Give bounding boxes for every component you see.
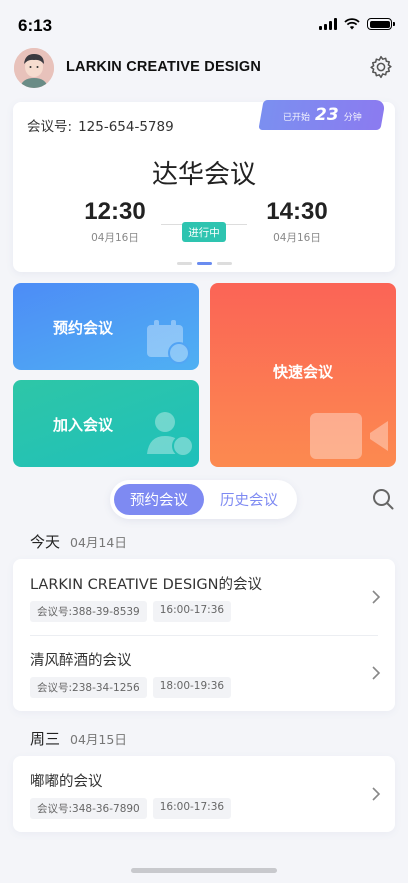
meeting-row-title: 清风醉酒的会议: [30, 653, 132, 669]
end-time: 14:30: [266, 198, 328, 225]
meeting-id-value: 125-654-5789: [78, 119, 174, 135]
list-item[interactable]: 嘟嘟的会议 会议号:348-36-7890 16:00-17:36: [13, 756, 395, 832]
start-time: 12:30: [84, 198, 146, 225]
status-badge: 进行中: [182, 222, 226, 242]
calendar-clock-icon: [147, 320, 190, 364]
chevron-right-icon: [372, 666, 381, 680]
day-weekday: 周三: [30, 730, 61, 748]
meeting-id: 会议号: 125-654-5789: [27, 115, 174, 135]
chevron-right-icon: [372, 590, 381, 604]
video-camera-icon: [310, 413, 388, 459]
carousel-dots: [13, 262, 395, 265]
elapsed-value: 23: [314, 105, 339, 125]
chevron-right-icon: [372, 787, 381, 801]
tab-scheduled[interactable]: 预约会议: [114, 484, 204, 515]
gear-icon[interactable]: [368, 54, 394, 80]
day-date: 04月14日: [70, 535, 127, 550]
join-meeting-label: 加入会议: [53, 416, 114, 434]
status-icons: [319, 18, 395, 30]
day-weekday: 今天: [30, 533, 61, 551]
meeting-row-title: 嘟嘟的会议: [30, 774, 103, 790]
elapsed-prefix: 已开始: [282, 113, 310, 123]
status-time: 6:13: [18, 16, 53, 35]
meeting-id-tag: 会议号:348-36-7890: [30, 798, 147, 819]
carousel-dot[interactable]: [216, 262, 232, 265]
list-item[interactable]: LARKIN CREATIVE DESIGN的会议 会议号:388-39-853…: [13, 559, 395, 635]
book-meeting-label: 预约会议: [53, 319, 114, 337]
day-header: 今天 04月14日: [30, 531, 127, 552]
search-icon[interactable]: [372, 488, 394, 510]
meeting-id-tag: 会议号:238-34-1256: [30, 677, 147, 698]
tab-history[interactable]: 历史会议: [204, 484, 294, 515]
meeting-row-tags: 会议号:238-34-1256 18:00-19:36: [30, 677, 232, 698]
elapsed-suffix: 分钟: [343, 113, 362, 123]
meeting-id-tag: 会议号:388-39-8539: [30, 601, 147, 622]
list-item[interactable]: 清风醉酒的会议 会议号:238-34-1256 18:00-19:36: [13, 635, 395, 711]
book-meeting-button[interactable]: 预约会议: [13, 283, 199, 370]
meeting-title: 达华会议: [151, 160, 256, 190]
join-meeting-button[interactable]: 加入会议: [13, 380, 199, 467]
quick-meeting-label: 快速会议: [272, 363, 333, 381]
meeting-id-label: 会议号:: [27, 119, 73, 135]
wifi-icon: [344, 18, 360, 30]
meeting-tabs: 预约会议 历史会议: [110, 480, 297, 519]
elapsed-badge: 已开始 23 分钟: [258, 100, 386, 130]
user-add-icon: [147, 412, 194, 457]
end-time-block: 14:30 04月16日: [247, 198, 347, 245]
user-avatar-icon: [14, 48, 54, 88]
meeting-time-tag: 18:00-19:36: [152, 677, 232, 698]
carousel-dot-active[interactable]: [196, 262, 212, 265]
current-meeting-card[interactable]: 会议号: 125-654-5789 已开始 23 分钟 达华会议 12:30 04…: [13, 100, 395, 272]
home-indicator[interactable]: [131, 868, 277, 873]
meeting-time-tag: 16:00-17:36: [152, 601, 232, 622]
start-time-block: 12:30 04月16日: [65, 198, 165, 245]
avatar[interactable]: [14, 48, 54, 88]
quick-meeting-button[interactable]: 快速会议: [210, 283, 396, 467]
end-date: 04月16日: [273, 232, 321, 244]
meeting-list-card: LARKIN CREATIVE DESIGN的会议 会议号:388-39-853…: [13, 559, 395, 711]
carousel-dot[interactable]: [176, 262, 192, 265]
header: LARKIN CREATIVE DESIGN: [0, 44, 408, 92]
meeting-row-tags: 会议号:388-39-8539 16:00-17:36: [30, 601, 232, 622]
day-header: 周三 04月15日: [30, 728, 127, 749]
meeting-time-tag: 16:00-17:36: [152, 798, 232, 819]
page-title: LARKIN CREATIVE DESIGN: [66, 59, 262, 75]
battery-icon: [367, 18, 395, 30]
signal-icon: [319, 18, 337, 30]
start-date: 04月16日: [91, 232, 139, 244]
meeting-row-tags: 会议号:348-36-7890 16:00-17:36: [30, 798, 232, 819]
meeting-row-title: LARKIN CREATIVE DESIGN的会议: [30, 577, 263, 593]
day-date: 04月15日: [70, 732, 127, 747]
meeting-list-card: 嘟嘟的会议 会议号:348-36-7890 16:00-17:36: [13, 756, 395, 832]
